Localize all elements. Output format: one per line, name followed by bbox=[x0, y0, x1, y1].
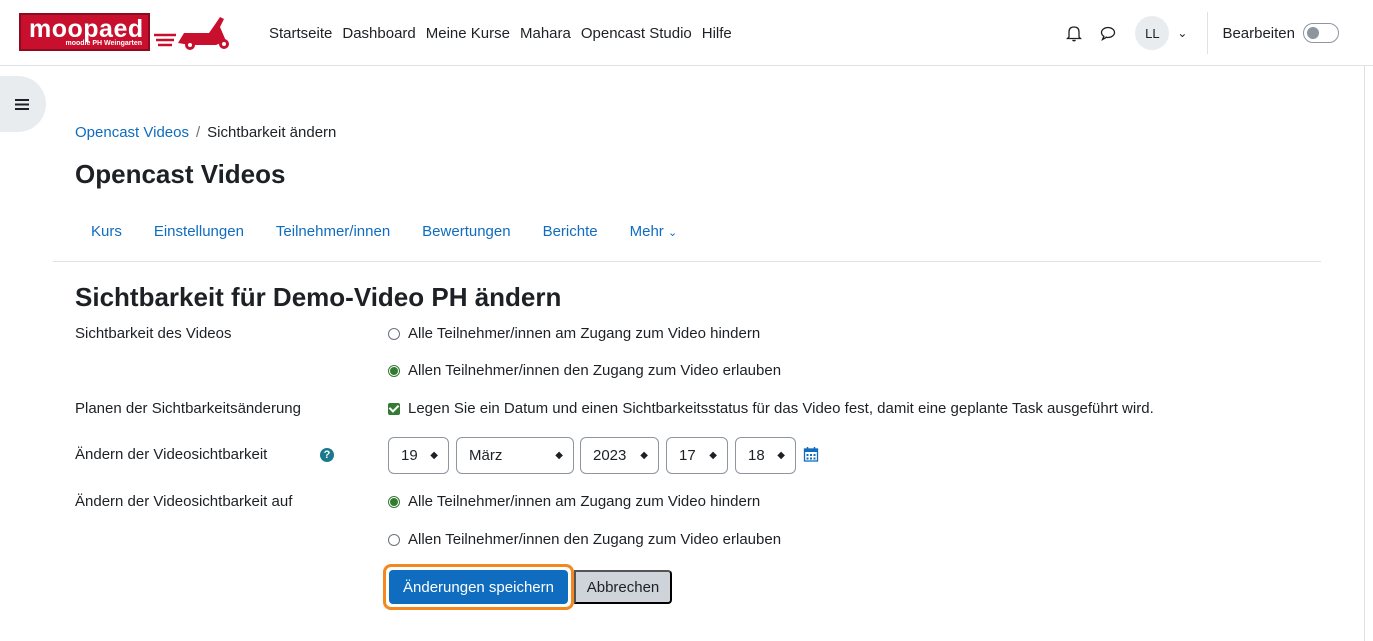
toggle-knob bbox=[1307, 27, 1319, 39]
page-right-border bbox=[1364, 66, 1365, 641]
nav-dashboard[interactable]: Dashboard bbox=[342, 25, 415, 42]
visibility-option-hide-label: Alle Teilnehmer/innen am Zugang zum Vide… bbox=[408, 325, 761, 342]
logo-box: moopaed moodle PH Weingarten bbox=[19, 13, 150, 51]
avatar[interactable]: LL bbox=[1135, 16, 1170, 50]
visibility-option-allow-label: Allen Teilnehmer/innen den Zugang zum Vi… bbox=[408, 362, 782, 379]
month-select[interactable]: März ◆ bbox=[456, 437, 574, 474]
chevron-down-icon[interactable]: ⌄ bbox=[1177, 26, 1187, 40]
change-to-option-allow-label: Allen Teilnehmer/innen den Zugang zum Vi… bbox=[408, 531, 782, 548]
visibility-option-allow[interactable]: Allen Teilnehmer/innen den Zugang zum Vi… bbox=[388, 361, 781, 381]
visibility-radio-allow[interactable] bbox=[388, 365, 400, 377]
change-date-label: Ändern der Videosichtbarkeit bbox=[75, 446, 268, 463]
schedule-checkbox[interactable] bbox=[388, 403, 400, 415]
edit-mode-toggle[interactable] bbox=[1303, 23, 1339, 43]
bell-icon[interactable] bbox=[1063, 22, 1085, 44]
month-select-value: März bbox=[469, 447, 503, 464]
schedule-label: Planen der Sichtbarkeitsänderung bbox=[75, 400, 301, 417]
scooter-logo-icon bbox=[154, 17, 229, 50]
visibility-radio-hide[interactable] bbox=[388, 328, 400, 340]
course-index-toggle-button[interactable] bbox=[0, 76, 46, 132]
tab-mehr-label: Mehr bbox=[629, 223, 664, 240]
select-arrows-icon: ◆ bbox=[430, 450, 438, 461]
tab-mehr[interactable]: Mehr ⌄ bbox=[614, 222, 694, 243]
breadcrumb: Opencast Videos / Sichtbarkeit ändern bbox=[75, 124, 336, 141]
cancel-button[interactable]: Abbrechen bbox=[574, 570, 672, 604]
change-to-radio-hide[interactable] bbox=[388, 496, 400, 508]
page-title: Opencast Videos bbox=[75, 159, 286, 189]
navbar-divider bbox=[1207, 12, 1209, 54]
change-to-label: Ändern der Videosichtbarkeit auf bbox=[75, 493, 293, 510]
form-title: Sichtbarkeit für Demo-Video PH ändern bbox=[75, 282, 562, 312]
year-select-value: 2023 bbox=[593, 447, 627, 464]
tab-einstellungen[interactable]: Einstellungen bbox=[138, 222, 260, 243]
tab-teilnehmer[interactable]: Teilnehmer/innen bbox=[260, 222, 406, 243]
day-select[interactable]: 19 ◆ bbox=[388, 437, 449, 474]
nav-hilfe[interactable]: Hilfe bbox=[702, 25, 732, 42]
nav-mahara[interactable]: Mahara bbox=[520, 25, 571, 42]
breadcrumb-opencast-videos[interactable]: Opencast Videos bbox=[75, 124, 189, 141]
nav-meine-kurse[interactable]: Meine Kurse bbox=[426, 25, 510, 42]
change-to-radio-allow[interactable] bbox=[388, 534, 400, 546]
select-arrows-icon: ◆ bbox=[555, 450, 563, 461]
change-to-option-allow[interactable]: Allen Teilnehmer/innen den Zugang zum Vi… bbox=[388, 530, 781, 550]
change-to-option-hide[interactable]: Alle Teilnehmer/innen am Zugang zum Vide… bbox=[388, 492, 760, 512]
minute-select-value: 18 bbox=[748, 447, 765, 464]
minute-select[interactable]: 18 ◆ bbox=[735, 437, 796, 474]
list-icon bbox=[15, 98, 29, 110]
messages-icon[interactable] bbox=[1097, 22, 1119, 44]
nav-opencast-studio[interactable]: Opencast Studio bbox=[581, 25, 692, 42]
visibility-option-hide[interactable]: Alle Teilnehmer/innen am Zugang zum Vide… bbox=[388, 324, 760, 344]
year-select[interactable]: 2023 ◆ bbox=[580, 437, 659, 474]
top-navbar: moopaed moodle PH Weingarten Startseite … bbox=[0, 0, 1373, 66]
secondary-navigation: Kurs Einstellungen Teilnehmer/innen Bewe… bbox=[75, 222, 693, 243]
logo-subtext: moodle PH Weingarten bbox=[65, 40, 143, 47]
edit-mode-label: Bearbeiten bbox=[1222, 24, 1295, 42]
select-arrows-icon: ◆ bbox=[640, 450, 648, 461]
section-divider bbox=[53, 261, 1321, 262]
tab-bewertungen[interactable]: Bewertungen bbox=[406, 222, 526, 243]
tab-kurs[interactable]: Kurs bbox=[75, 222, 138, 243]
schedule-checkbox-row[interactable]: Legen Sie ein Datum und einen Sichtbarke… bbox=[388, 399, 1154, 419]
hour-select[interactable]: 17 ◆ bbox=[666, 437, 728, 474]
visibility-label: Sichtbarkeit des Videos bbox=[75, 325, 232, 342]
help-icon[interactable]: ? bbox=[320, 448, 334, 462]
site-logo[interactable]: moopaed moodle PH Weingarten bbox=[19, 13, 244, 51]
change-to-option-hide-label: Alle Teilnehmer/innen am Zugang zum Vide… bbox=[408, 493, 761, 510]
select-arrows-icon: ◆ bbox=[709, 450, 717, 461]
user-menu-area: LL ⌄ Bearbeiten bbox=[1063, 0, 1373, 66]
breadcrumb-separator: / bbox=[195, 124, 201, 141]
select-arrows-icon: ◆ bbox=[777, 450, 785, 461]
primary-navigation: Startseite Dashboard Meine Kurse Mahara … bbox=[269, 0, 742, 66]
calendar-icon[interactable] bbox=[803, 446, 819, 462]
chevron-down-icon: ⌄ bbox=[667, 227, 678, 239]
breadcrumb-current: Sichtbarkeit ändern bbox=[207, 124, 337, 141]
save-button[interactable]: Änderungen speichern bbox=[389, 570, 568, 604]
day-select-value: 19 bbox=[401, 447, 418, 464]
schedule-checkbox-label: Legen Sie ein Datum und einen Sichtbarke… bbox=[408, 400, 1154, 417]
nav-startseite[interactable]: Startseite bbox=[269, 25, 332, 42]
hour-select-value: 17 bbox=[679, 447, 696, 464]
tab-berichte[interactable]: Berichte bbox=[527, 222, 614, 243]
